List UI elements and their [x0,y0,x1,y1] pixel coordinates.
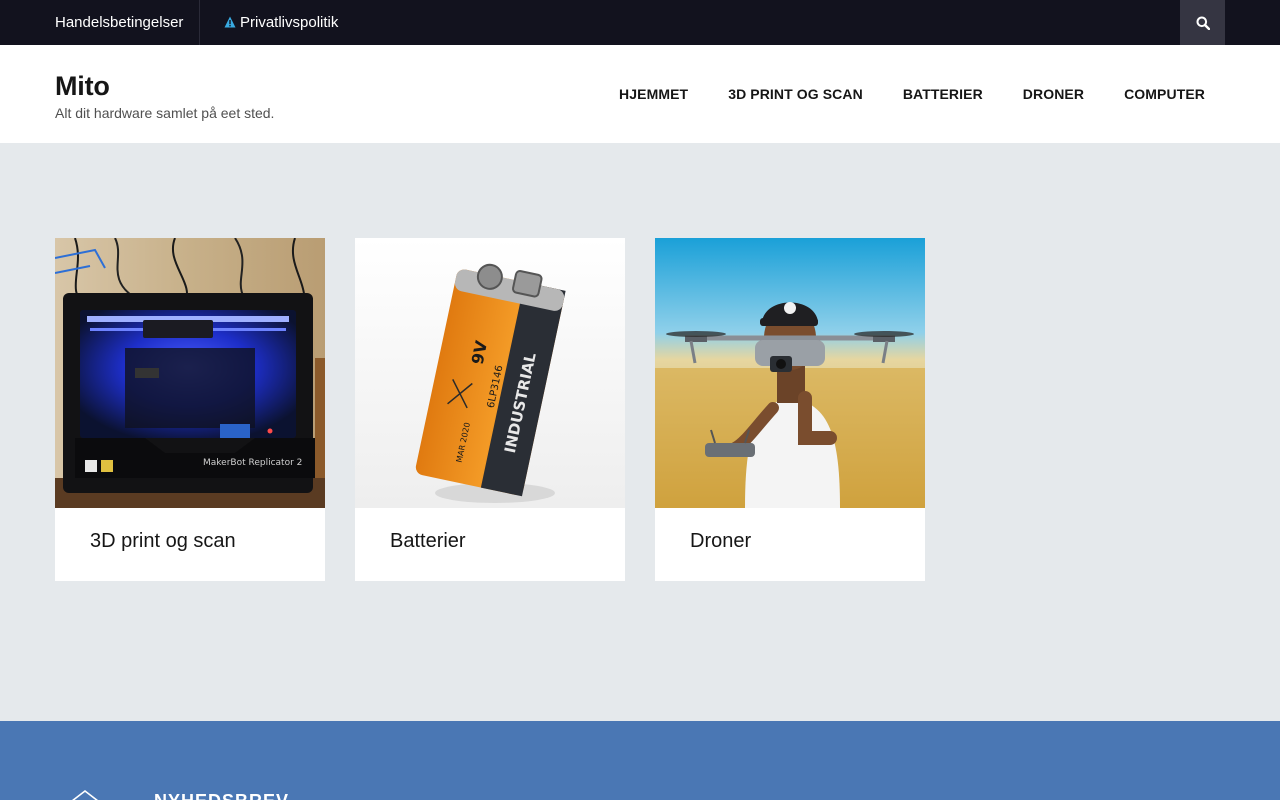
card-image-drone[interactable] [655,238,925,508]
nav-item-computer[interactable]: COMPUTER [1124,86,1205,102]
newsletter-icon [71,789,99,800]
category-card-drones[interactable]: Droner [655,238,925,581]
battery-image: INDUSTRIAL 9V 6LP3146 MAR 2020 [355,238,625,508]
warning-icon [224,16,236,28]
drone-image [655,238,925,508]
topbar-link-terms[interactable]: Handelsbetingelser [55,0,183,45]
site-title[interactable]: Mito [55,71,110,102]
3d-printer-image: MakerBot Replicator 2 [55,238,325,508]
card-title[interactable]: 3D print og scan [90,530,236,553]
topbar-link-privacy[interactable]: Privatlivspolitik [224,0,338,45]
category-card-3d-print[interactable]: MakerBot Replicator 2 3D print og scan [55,238,325,581]
topbar-divider [199,0,200,45]
nav-item-batteries[interactable]: BATTERIER [903,86,983,102]
card-title[interactable]: Batterier [390,530,466,553]
newsletter-title: NYHEDSBREV [154,791,289,800]
main-nav: HJEMMET 3D PRINT OG SCAN BATTERIER DRONE… [619,45,1205,143]
site-footer: NYHEDSBREV [0,721,1280,800]
card-title[interactable]: Droner [690,530,751,553]
nav-item-home[interactable]: HJEMMET [619,86,688,102]
topbar-link-privacy-label: Privatlivspolitik [240,14,339,31]
top-bar: Handelsbetingelser Privatlivspolitik [0,0,1280,45]
search-icon [1196,16,1210,30]
nav-item-drones[interactable]: DRONER [1023,86,1084,102]
search-button[interactable] [1180,0,1225,45]
nav-item-3d-print[interactable]: 3D PRINT OG SCAN [728,86,863,102]
card-image-3d-printer[interactable]: MakerBot Replicator 2 [55,238,325,508]
svg-text:MakerBot Replicator 2: MakerBot Replicator 2 [203,458,302,468]
card-image-battery[interactable]: INDUSTRIAL 9V 6LP3146 MAR 2020 [355,238,625,508]
site-header: Mito Alt dit hardware samlet på eet sted… [0,45,1280,143]
category-card-batteries[interactable]: INDUSTRIAL 9V 6LP3146 MAR 2020 Batterier [355,238,625,581]
site-tagline: Alt dit hardware samlet på eet sted. [55,105,275,121]
